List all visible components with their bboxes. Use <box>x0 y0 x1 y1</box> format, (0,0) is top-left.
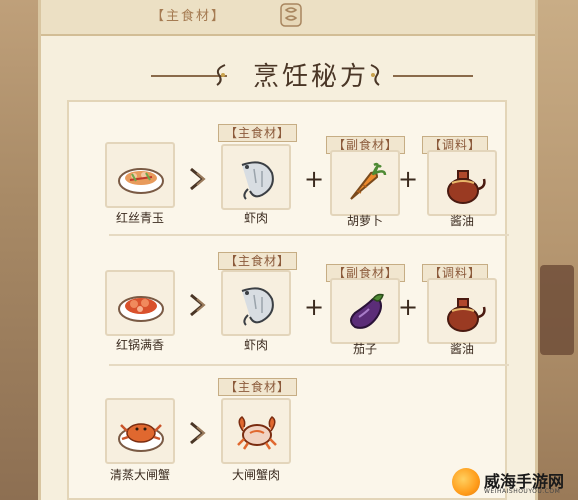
main-ingredient-card[interactable] <box>221 144 291 210</box>
shrimp-icon <box>241 161 274 200</box>
dish-card[interactable] <box>105 398 175 464</box>
dish-steamed-crab-icon <box>118 423 164 452</box>
plus-sign: + <box>303 165 325 193</box>
knot-ornament-icon <box>280 3 302 27</box>
side-ingredient-card[interactable] <box>330 150 400 216</box>
arrow-right-icon <box>190 293 206 317</box>
background-left <box>0 0 40 500</box>
main-ingredient-tag: 主食材 <box>218 378 298 396</box>
carrot-icon <box>350 162 387 200</box>
main-ingredient-name: 虾肉 <box>243 338 268 352</box>
recipe-list: 红丝青玉 主食材 虾肉 + 副食材 <box>67 100 509 500</box>
seasoning-name: 酱油 <box>449 214 474 228</box>
title-row: 烹饪秘方 <box>41 52 535 96</box>
plus-sign: + <box>303 293 325 321</box>
swirl-right-icon <box>370 64 380 86</box>
crab-meat-icon <box>237 416 277 450</box>
soy-sauce-pot-icon <box>447 170 486 204</box>
shrimp-icon <box>241 287 274 326</box>
side-ingredient-card[interactable] <box>330 278 400 344</box>
soy-sauce-pot-icon <box>447 298 486 332</box>
dish-card[interactable] <box>105 270 175 336</box>
eggplant-icon <box>350 293 384 329</box>
recipe-panel: 【主食材】 烹饪秘方 红丝青玉 【 主食材 】 虾肉 + 【 副食材 】 胡萝卜… <box>38 0 538 500</box>
main-ingredient-card[interactable] <box>221 398 291 464</box>
swirl-left-icon <box>216 64 226 86</box>
top-tab-label[interactable]: 【主食材】 <box>151 5 226 24</box>
seasoning-card[interactable] <box>427 278 497 344</box>
main-ingredient-name: 大闸蟹肉 <box>231 468 280 482</box>
side-ingredient-name: 胡萝卜 <box>346 214 383 228</box>
dish-spicy-shrimp-icon <box>118 296 164 322</box>
seasoning-name: 酱油 <box>449 342 474 356</box>
arrow-right-icon <box>190 421 206 445</box>
background-right <box>534 0 578 500</box>
dish-card[interactable] <box>105 142 175 208</box>
plus-sign: + <box>397 165 419 193</box>
background-decoration <box>540 265 574 355</box>
main-ingredient-card[interactable] <box>221 270 291 336</box>
row-divider <box>109 234 509 236</box>
title-divider-right <box>393 75 473 77</box>
top-bar: 【主食材】 <box>41 0 535 36</box>
page-title: 烹饪秘方 <box>252 62 369 92</box>
dish-name: 清蒸大闸蟹 <box>109 468 170 482</box>
main-ingredient-tag: 主食材 <box>218 252 298 270</box>
arrow-right-icon <box>190 167 206 191</box>
watermark-logo-icon <box>452 468 480 496</box>
side-ingredient-name: 茄子 <box>352 342 377 356</box>
site-watermark: 威海手游网 WEIHAISHOUYOU.COM <box>452 468 576 498</box>
watermark-subtext: WEIHAISHOUYOU.COM <box>484 488 561 495</box>
plus-sign: + <box>397 293 419 321</box>
dish-name: 红锅满香 <box>115 338 164 352</box>
dish-name: 红丝青玉 <box>115 211 164 225</box>
main-ingredient-tag: 主食材 <box>218 124 298 142</box>
dish-shrimp-stirfry-icon <box>118 168 164 194</box>
main-ingredient-name: 虾肉 <box>243 211 268 225</box>
row-divider <box>109 364 509 366</box>
seasoning-card[interactable] <box>427 150 497 216</box>
